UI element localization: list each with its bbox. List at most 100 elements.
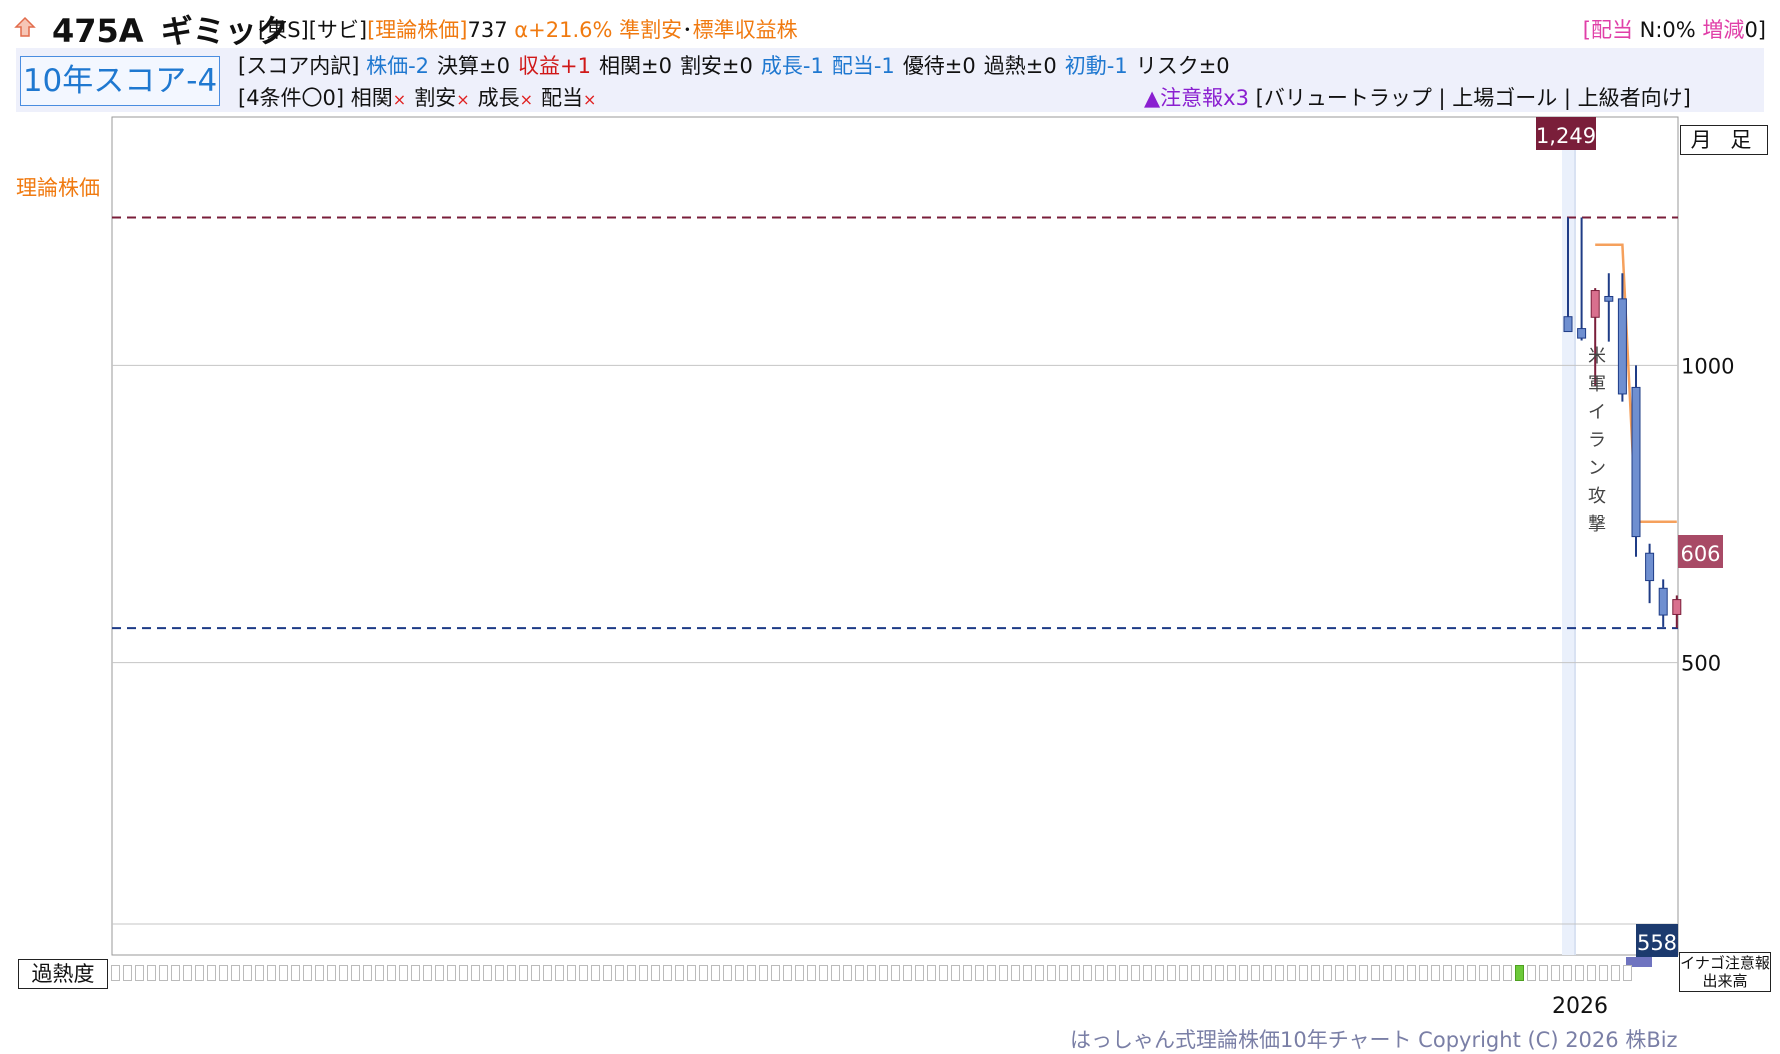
score-item: 株価-2 xyxy=(366,54,430,78)
overheat-cell xyxy=(1443,965,1452,981)
theory-price-line xyxy=(1595,243,1677,523)
overheat-cell xyxy=(555,965,564,981)
overheat-cell xyxy=(135,965,144,981)
overheat-cell xyxy=(1587,965,1596,981)
overheat-cell xyxy=(975,965,984,981)
overheat-cell xyxy=(231,965,240,981)
overheat-cell xyxy=(1503,965,1512,981)
alpha-value: α+21.6% xyxy=(514,18,613,42)
last-price-label: 606 xyxy=(1680,542,1720,566)
overheat-cell xyxy=(855,965,864,981)
overheat-cell xyxy=(1011,965,1020,981)
overheat-cell xyxy=(1191,965,1200,981)
condition-item: 割安× xyxy=(414,86,470,110)
overheat-cell xyxy=(639,965,648,981)
score-item: 過熱±0 xyxy=(983,54,1057,78)
overheat-cell xyxy=(723,965,732,981)
timeframe-button[interactable]: 月 足 xyxy=(1680,125,1768,155)
overheat-cell xyxy=(1311,965,1320,981)
overheat-cell xyxy=(567,965,576,981)
price-chart: 1000 500 米軍イラン攻撃 1,249 606 558 xyxy=(111,116,1734,967)
score-item: 割安±0 xyxy=(679,54,753,78)
header-info: [東S][サビ][理論株価]737 α+21.6% 準割安･標準収益株 xyxy=(258,14,798,44)
overheat-cell xyxy=(267,965,276,981)
overheat-cell xyxy=(987,965,996,981)
high-price-label: 1,249 xyxy=(1536,124,1596,148)
overheat-cell xyxy=(1215,965,1224,981)
dividend-change-label: 増減 xyxy=(1695,18,1745,42)
overheat-cell xyxy=(903,965,912,981)
overheat-cell xyxy=(543,965,552,981)
overheat-cell xyxy=(363,965,372,981)
overheat-cell xyxy=(939,965,948,981)
volume-warning-line2: 出来高 xyxy=(1702,972,1748,990)
overheat-cell xyxy=(1083,965,1092,981)
condition-item: 成長× xyxy=(477,86,534,110)
overheat-cell xyxy=(351,965,360,981)
conditions-label: [4条件〇0] xyxy=(238,86,345,110)
overheat-cell xyxy=(1227,965,1236,981)
overheat-cell xyxy=(279,965,288,981)
overheat-cell xyxy=(1179,965,1188,981)
condition-items: 相関× 割安× 成長× 配当× xyxy=(351,86,605,110)
event-annotation-char: 米 xyxy=(1588,346,1606,367)
overheat-cell xyxy=(411,965,420,981)
score-breakdown-label: [スコア内訳] xyxy=(238,54,360,78)
overheat-cell xyxy=(867,965,876,981)
overheat-cell xyxy=(1623,965,1632,981)
ten-year-score-badge: 10年スコア-4 xyxy=(20,56,220,106)
overheat-cell xyxy=(495,965,504,981)
overheat-cell xyxy=(579,965,588,981)
overheat-cell xyxy=(171,965,180,981)
overheat-cell xyxy=(1479,965,1488,981)
condition-item: 配当× xyxy=(541,86,597,110)
overheat-cell xyxy=(1515,965,1524,981)
overheat-cell xyxy=(195,965,204,981)
theory-price-value: 737 xyxy=(467,18,508,42)
stock-code: 475A xyxy=(52,12,144,50)
overheat-cell xyxy=(1335,965,1344,981)
warning-info: ▲注意報x3 [バリュートラップ | 上場ゴール | 上級者向け] xyxy=(1144,82,1691,112)
condition-fail-mark: × xyxy=(519,90,534,109)
candle-body xyxy=(1672,599,1682,615)
score-item: 相関±0 xyxy=(598,54,672,78)
candle-body xyxy=(1658,587,1668,616)
event-annotation-char: ン xyxy=(1588,458,1606,479)
score-conditions: [4条件〇0] 相関× 割安× 成長× 配当× xyxy=(238,82,604,112)
overheat-cell xyxy=(651,965,660,981)
low-price-label-bg xyxy=(1636,924,1678,957)
overheat-cell xyxy=(891,965,900,981)
score-breakdown: [スコア内訳] 株価-2 決算±0 収益+1 相関±0 割安±0 成長-1 配当-1 優待±0… xyxy=(238,50,1238,80)
condition-fail-mark: × xyxy=(583,90,597,109)
candle-body xyxy=(1617,298,1627,395)
overheat-cell xyxy=(519,965,528,981)
event-annotation-char: 撃 xyxy=(1588,514,1606,535)
score-item: 配当-1 xyxy=(831,54,895,78)
volume-warning-line1: イナゴ注意報 xyxy=(1680,954,1770,972)
overheat-cell xyxy=(1551,965,1560,981)
overheat-cell xyxy=(219,965,228,981)
overheat-cell xyxy=(1107,965,1116,981)
score-item: 決算±0 xyxy=(437,54,510,78)
candle-body xyxy=(1563,316,1573,333)
score-items: 株価-2 決算±0 収益+1 相関±0 割安±0 成長-1 配当-1 優待±0 過熱±0 初動-1… xyxy=(366,54,1238,78)
overheat-cell xyxy=(1167,965,1176,981)
overheat-cell xyxy=(243,965,252,981)
overheat-cell xyxy=(1383,965,1392,981)
dividend-change-value: 0] xyxy=(1744,18,1766,42)
score-item: リスク±0 xyxy=(1135,54,1230,78)
overheat-cell xyxy=(471,965,480,981)
dividend-value: N:0% xyxy=(1632,18,1696,42)
overheat-cell xyxy=(183,965,192,981)
overheat-cell xyxy=(123,965,132,981)
overheat-cell xyxy=(1035,965,1044,981)
warning-label: ▲注意報x3 xyxy=(1144,86,1249,110)
overheat-cell xyxy=(915,965,924,981)
overheat-cell xyxy=(1239,965,1248,981)
overheat-cell xyxy=(303,965,312,981)
overheat-cell xyxy=(375,965,384,981)
overheat-cell xyxy=(1563,965,1572,981)
score-item: 成長-1 xyxy=(760,54,824,78)
dividend-info: [配当 N:0% 増減0] xyxy=(1583,14,1766,44)
overheat-cell xyxy=(663,965,672,981)
